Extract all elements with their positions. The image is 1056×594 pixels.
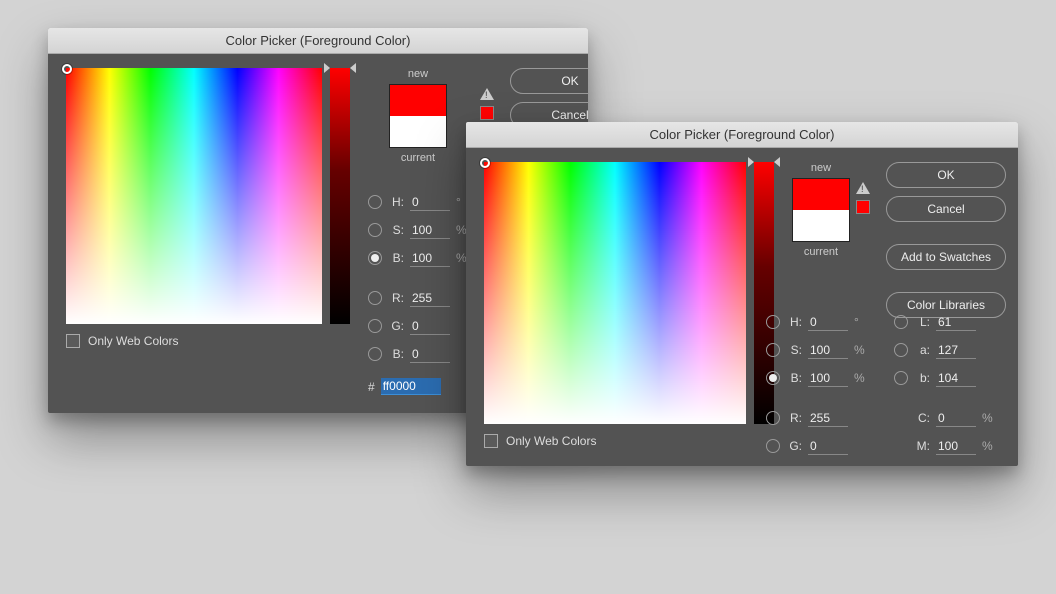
g-label: G: (786, 439, 802, 453)
current-color-swatch[interactable] (793, 210, 849, 241)
c-label: C: (914, 411, 930, 425)
radio-g[interactable] (766, 439, 780, 453)
radio-h[interactable] (368, 195, 382, 209)
radio-r[interactable] (766, 411, 780, 425)
deg-unit: ° (854, 315, 866, 329)
g-input[interactable] (410, 318, 450, 335)
pct-m: % (982, 439, 994, 453)
only-web-colors-label: Only Web Colors (88, 334, 178, 348)
ok-button[interactable]: OK (510, 68, 588, 94)
r-input[interactable] (410, 290, 450, 307)
hue-slider-handle-icon (748, 157, 780, 167)
only-web-colors-row: Only Web Colors (484, 434, 774, 448)
only-web-colors-checkbox[interactable] (484, 434, 498, 448)
radio-g[interactable] (368, 319, 382, 333)
b-input[interactable] (808, 370, 848, 387)
ok-button[interactable]: OK (886, 162, 1006, 188)
radio-lab-b[interactable] (894, 371, 908, 385)
a-input[interactable] (936, 342, 976, 359)
radio-a[interactable] (894, 343, 908, 357)
cancel-button[interactable]: Cancel (886, 196, 1006, 222)
g-input[interactable] (808, 438, 848, 455)
radio-b[interactable] (766, 371, 780, 385)
current-label: current (804, 246, 838, 258)
websafe-color-chip[interactable] (480, 106, 494, 120)
titlebar[interactable]: Color Picker (Foreground Color) (48, 28, 588, 54)
pct-unit: % (854, 343, 866, 357)
h-label: H: (388, 195, 404, 209)
b-label: B: (388, 251, 404, 265)
hue-slider-handle-icon (324, 63, 356, 73)
labb-input[interactable] (936, 370, 976, 387)
r-label: R: (786, 411, 802, 425)
l-label: L: (914, 315, 930, 329)
m-label: M: (914, 439, 930, 453)
r-label: R: (388, 291, 404, 305)
only-web-colors-label: Only Web Colors (506, 434, 596, 448)
color-swatch (389, 84, 447, 148)
labb-label: b: (914, 371, 930, 385)
r-input[interactable] (808, 410, 848, 427)
websafe-color-chip[interactable] (856, 200, 870, 214)
hash-label: # (368, 380, 375, 394)
c-input[interactable] (936, 410, 976, 427)
saturation-brightness-field[interactable] (66, 68, 322, 324)
gamut-warning-icon[interactable] (480, 88, 494, 100)
new-label: new (408, 68, 428, 80)
hex-input[interactable] (381, 378, 441, 395)
radio-s[interactable] (368, 223, 382, 237)
s-input[interactable] (808, 342, 848, 359)
bb-input[interactable] (410, 346, 450, 363)
new-color-swatch[interactable] (793, 179, 849, 210)
radio-bb[interactable] (368, 347, 382, 361)
pct-c: % (982, 411, 994, 425)
s-label: S: (786, 343, 802, 357)
y-input[interactable] (936, 466, 976, 467)
radio-r[interactable] (368, 291, 382, 305)
g-label: G: (388, 319, 404, 333)
h-label: H: (786, 315, 802, 329)
bb-label: B: (388, 347, 404, 361)
only-web-colors-row: Only Web Colors (66, 334, 350, 348)
m-input[interactable] (936, 438, 976, 455)
add-to-swatches-button[interactable]: Add to Swatches (886, 244, 1006, 270)
bb-input[interactable] (808, 466, 848, 467)
s-label: S: (388, 223, 404, 237)
saturation-brightness-field[interactable] (484, 162, 746, 424)
gamut-warning-icon[interactable] (856, 182, 870, 194)
color-cursor-icon (62, 64, 72, 74)
hue-slider[interactable] (330, 68, 350, 324)
color-cursor-icon (480, 158, 490, 168)
b-input[interactable] (410, 250, 450, 267)
color-swatch (792, 178, 850, 242)
radio-b[interactable] (368, 251, 382, 265)
radio-h[interactable] (766, 315, 780, 329)
radio-l[interactable] (894, 315, 908, 329)
pct-unit2: % (854, 371, 866, 385)
b-label: B: (786, 371, 802, 385)
h-input[interactable] (808, 314, 848, 331)
h-input[interactable] (410, 194, 450, 211)
radio-s[interactable] (766, 343, 780, 357)
new-color-swatch[interactable] (390, 85, 446, 116)
color-picker-dialog-full: Color Picker (Foreground Color) Only Web… (466, 122, 1018, 466)
current-label: current (401, 152, 435, 164)
l-input[interactable] (936, 314, 976, 331)
a-label: a: (914, 343, 930, 357)
titlebar[interactable]: Color Picker (Foreground Color) (466, 122, 1018, 148)
s-input[interactable] (410, 222, 450, 239)
new-label: new (811, 162, 831, 174)
only-web-colors-checkbox[interactable] (66, 334, 80, 348)
current-color-swatch[interactable] (390, 116, 446, 147)
